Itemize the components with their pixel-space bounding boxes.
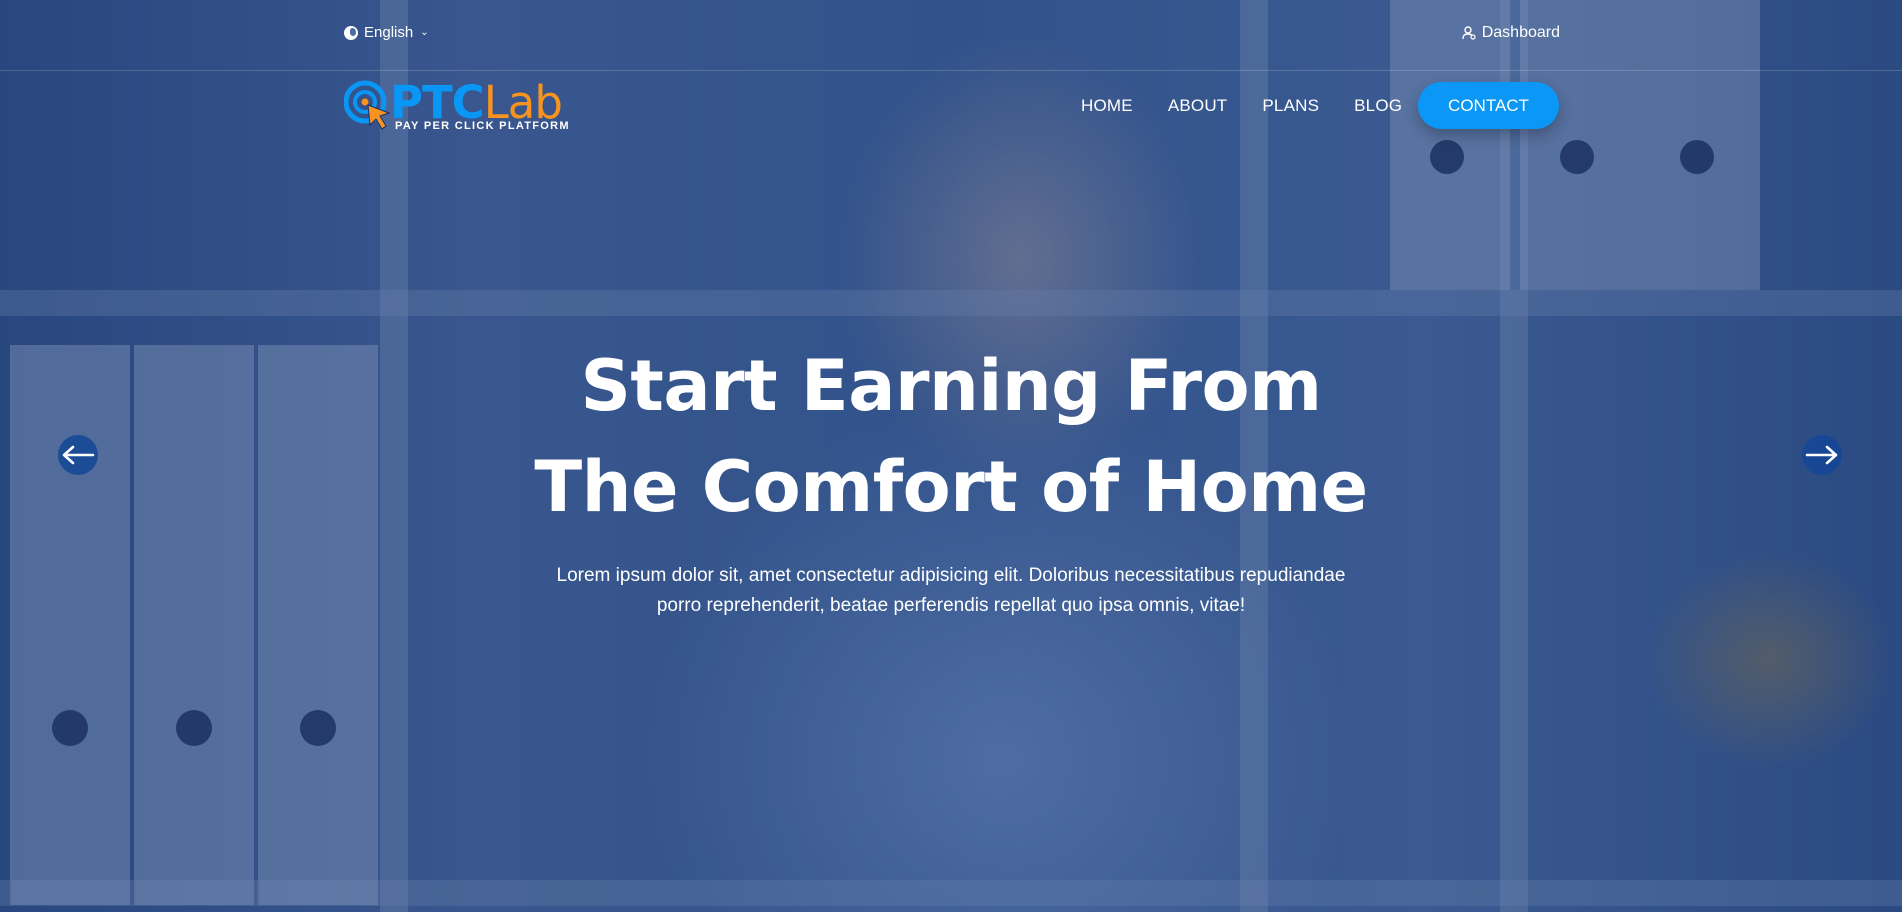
language-selector[interactable]: English ⌄ [344, 24, 429, 41]
dashboard-label: Dashboard [1481, 24, 1560, 41]
nav-blog[interactable]: BLOG [1354, 96, 1402, 116]
nav-plans[interactable]: PLANS [1262, 96, 1319, 116]
nav-about[interactable]: ABOUT [1168, 96, 1228, 116]
target-cursor-icon [344, 80, 391, 130]
logo-tagline: PAY PER CLICK PLATFORM [395, 120, 570, 132]
chevron-down-icon: ⌄ [420, 27, 429, 38]
arrow-right-icon [1805, 445, 1838, 465]
hero-description: Lorem ipsum dolor sit, amet consectetur … [556, 565, 1346, 616]
nav-home[interactable]: HOME [1081, 96, 1133, 116]
globe-icon [344, 25, 358, 40]
hero-title-line-2: The Comfort of Home [534, 446, 1368, 528]
logo[interactable]: PTCLab PAY PER CLICK PLATFORM [344, 78, 569, 136]
arrow-left-icon [62, 445, 95, 465]
contact-button[interactable]: CONTACT [1418, 82, 1559, 129]
top-bar: English ⌄ Dashboard [0, 0, 1902, 71]
dashboard-link[interactable]: Dashboard [1462, 24, 1560, 42]
hero-section: English ⌄ Dashboard PTCLab PAY PER CLICK… [0, 0, 1902, 912]
user-icon [1462, 26, 1476, 40]
next-slide-button[interactable] [1802, 435, 1842, 475]
main-nav: HOME ABOUT PLANS BLOG [1081, 96, 1402, 116]
language-label: English [364, 24, 414, 41]
hero-title-line-1: Start Earning From [580, 345, 1322, 427]
hero-title: Start Earning From The Comfort of Home [0, 336, 1902, 538]
prev-slide-button[interactable] [58, 435, 98, 475]
